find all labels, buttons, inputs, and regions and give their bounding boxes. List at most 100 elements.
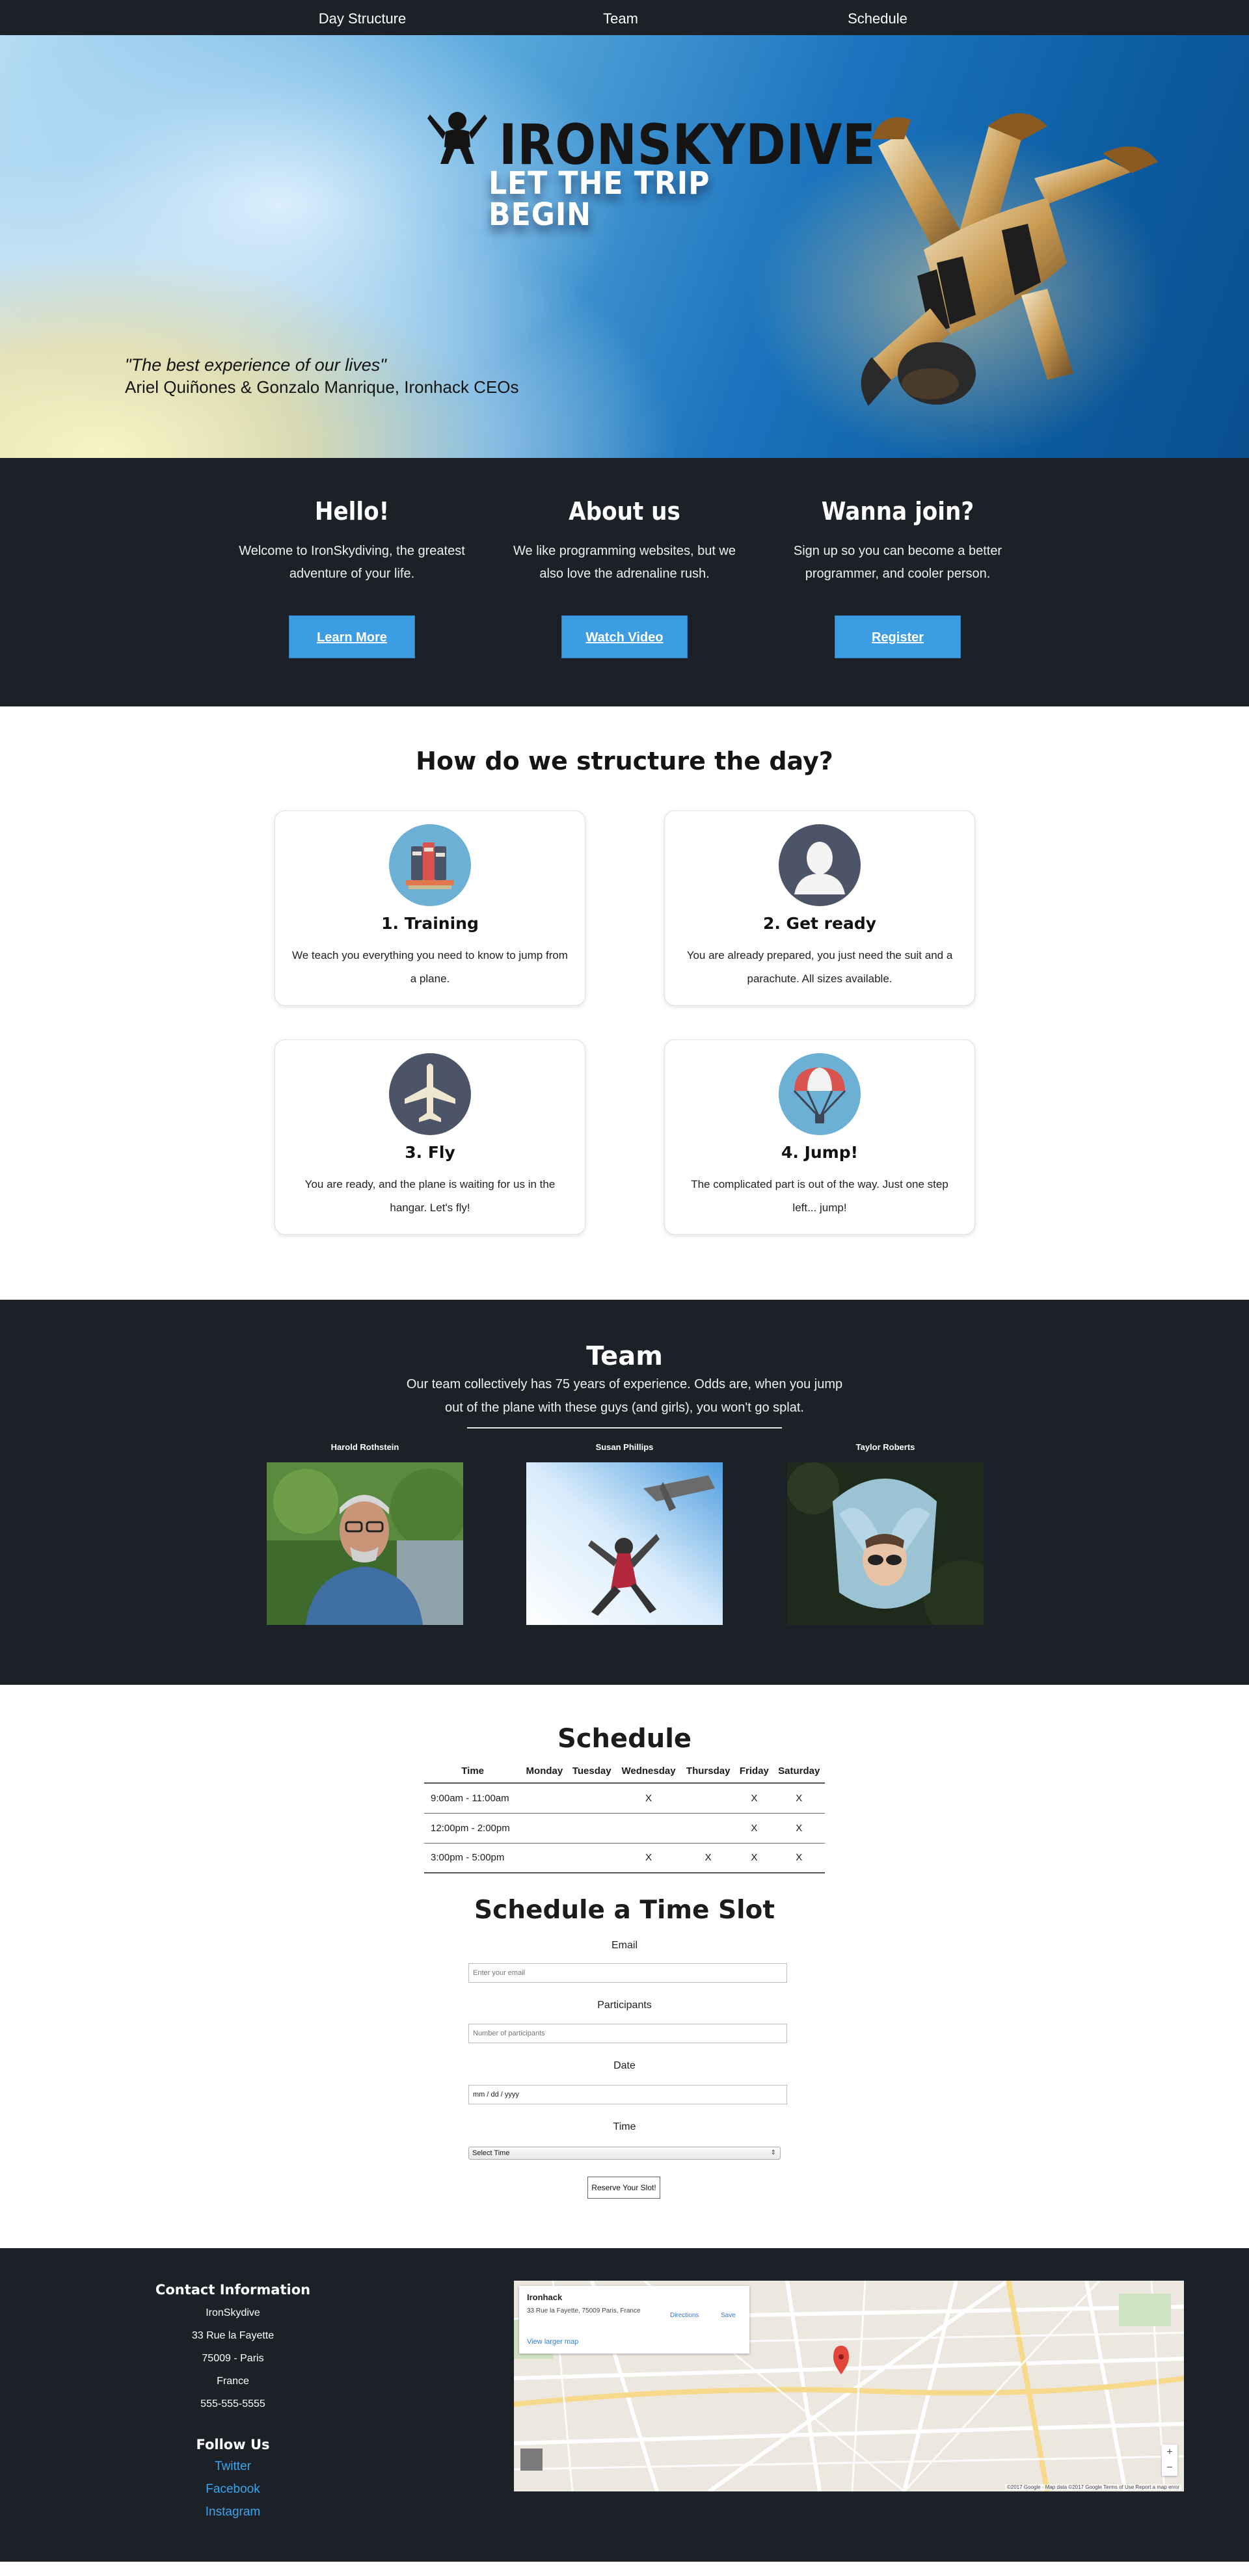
twitter-link[interactable]: Twitter bbox=[142, 2455, 324, 2478]
team-section: Team Our team collectively has 75 years … bbox=[0, 1300, 1249, 1685]
day-card-get-ready: 2. Get ready You are already prepared, y… bbox=[664, 811, 975, 1006]
table-cell: X bbox=[735, 1843, 773, 1873]
map-attribution: ©2017 Google · Map data ©2017 Google Ter… bbox=[1004, 2484, 1181, 2490]
nav-link-schedule[interactable]: Schedule bbox=[848, 0, 907, 38]
table-row: 12:00pm - 2:00pm X X bbox=[424, 1813, 825, 1844]
table-cell: X bbox=[773, 1843, 825, 1873]
day-card-jump: 4. Jump! The complicated part is out of … bbox=[664, 1040, 975, 1235]
email-label: Email bbox=[611, 1940, 638, 1951]
table-header-row: Time Monday Tuesday Wednesday Thursday F… bbox=[424, 1760, 825, 1784]
card-title: 3. Fly bbox=[405, 1143, 455, 1162]
team-description: Our team collectively has 75 years of ex… bbox=[406, 1377, 843, 1415]
table-cell: X bbox=[735, 1783, 773, 1814]
table-row: 3:00pm - 5:00pm X X X X bbox=[424, 1843, 825, 1873]
map-save-link[interactable]: Save bbox=[721, 2312, 736, 2319]
table-cell: X bbox=[681, 1843, 736, 1873]
time-label: Time bbox=[613, 2121, 636, 2132]
intro-hello: Hello! Welcome to IronSkydiving, the gre… bbox=[228, 497, 476, 658]
day-card-fly: 3. Fly You are ready, and the plane is w… bbox=[275, 1040, 585, 1235]
table-row: 9:00am - 11:00am X X X bbox=[424, 1783, 825, 1814]
facebook-link[interactable]: Facebook bbox=[142, 2478, 324, 2501]
skydiver-photo bbox=[748, 113, 1164, 458]
table-cell: 3:00pm - 5:00pm bbox=[424, 1843, 522, 1873]
learn-more-button[interactable]: Learn More bbox=[289, 615, 415, 658]
slot-form-title: Schedule a Time Slot bbox=[474, 1896, 775, 1925]
table-cell bbox=[567, 1783, 616, 1814]
map-directions-link[interactable]: Directions bbox=[670, 2312, 699, 2319]
table-cell: X bbox=[615, 1843, 682, 1873]
table-cell: 12:00pm - 2:00pm bbox=[424, 1813, 522, 1844]
intro-join: Wanna join? Sign up so you can become a … bbox=[774, 497, 1021, 658]
hero-banner: IRONSKYDIVE LET THE TRIP BEGIN "The best… bbox=[0, 35, 1249, 458]
table-cell bbox=[521, 1783, 568, 1814]
day-card-training: 1. Training We teach you everything you … bbox=[275, 811, 585, 1006]
quote-author: Ariel Quiñones & Gonzalo Manrique, Ironh… bbox=[125, 377, 519, 397]
watch-video-button[interactable]: Watch Video bbox=[561, 615, 688, 658]
contact-line: 33 Rue la Fayette bbox=[191, 2330, 275, 2341]
member-photo bbox=[787, 1462, 984, 1625]
time-select[interactable]: Select Time ⇕ bbox=[468, 2147, 781, 2160]
intro-title: Hello! bbox=[314, 497, 390, 526]
participants-label: Participants bbox=[597, 2000, 652, 2011]
column-header: Time bbox=[424, 1760, 522, 1784]
contact-title: Contact Information bbox=[155, 2282, 311, 2298]
email-field[interactable] bbox=[468, 1963, 787, 1983]
member-photo bbox=[267, 1462, 463, 1625]
map-address: 33 Rue la Fayette, 75009 Paris, France bbox=[527, 2307, 641, 2314]
team-member: Harold Rothstein bbox=[267, 1442, 463, 1625]
skydiver-logo-icon bbox=[427, 112, 487, 164]
column-header: Friday bbox=[735, 1760, 773, 1784]
table-cell bbox=[567, 1813, 616, 1844]
divider bbox=[467, 1427, 782, 1429]
participants-field[interactable] bbox=[468, 2024, 787, 2043]
intro-text: Sign up so you can become a better progr… bbox=[793, 543, 1002, 581]
day-structure-title: How do we structure the day? bbox=[416, 747, 833, 775]
zoom-out-icon[interactable]: − bbox=[1162, 2460, 1177, 2476]
table-cell bbox=[615, 1813, 682, 1844]
instagram-link[interactable]: Instagram bbox=[142, 2501, 324, 2523]
card-title: 4. Jump! bbox=[781, 1143, 859, 1162]
person-icon bbox=[779, 824, 861, 906]
card-text: We teach you everything you need to know… bbox=[292, 949, 568, 985]
table-cell: X bbox=[615, 1783, 682, 1814]
select-arrows-icon: ⇕ bbox=[770, 2149, 776, 2156]
column-header: Thursday bbox=[681, 1760, 736, 1784]
intro-about: About us We like programming websites, b… bbox=[501, 497, 748, 658]
member-name: Taylor Roberts bbox=[855, 1442, 915, 1452]
team-member: Susan Phillips bbox=[526, 1442, 723, 1625]
register-button[interactable]: Register bbox=[835, 615, 961, 658]
map-zoom-controls[interactable]: + − bbox=[1162, 2445, 1177, 2476]
intro-text: Welcome to IronSkydiving, the greatest a… bbox=[239, 543, 465, 581]
team-member: Taylor Roberts bbox=[787, 1442, 984, 1625]
column-header: Wednesday bbox=[615, 1760, 682, 1784]
intro-title: About us bbox=[569, 497, 680, 526]
reserve-slot-button[interactable]: Reserve Your Slot! bbox=[587, 2177, 660, 2199]
view-larger-map-link[interactable]: View larger map bbox=[527, 2338, 578, 2346]
column-header: Monday bbox=[521, 1760, 568, 1784]
table-cell: X bbox=[773, 1813, 825, 1844]
embedded-map[interactable]: Ironhack 33 Rue la Fayette, 75009 Paris,… bbox=[514, 2281, 1184, 2491]
hero-quote: "The best experience of our lives" Ariel… bbox=[125, 354, 519, 398]
table-cell bbox=[521, 1813, 568, 1844]
card-title: 1. Training bbox=[381, 914, 479, 933]
date-field[interactable]: mm / dd / yyyy bbox=[468, 2085, 787, 2104]
contact-line: 555-555-5555 bbox=[200, 2398, 265, 2409]
member-name: Harold Rothstein bbox=[330, 1442, 399, 1452]
member-photo bbox=[526, 1462, 723, 1625]
table-cell bbox=[681, 1783, 736, 1814]
card-text: You are ready, and the plane is waiting … bbox=[304, 1178, 556, 1214]
contact-line: IronSkydive bbox=[206, 2307, 260, 2318]
card-title: 2. Get ready bbox=[762, 914, 877, 933]
nav-link-day-structure[interactable]: Day Structure bbox=[319, 0, 407, 38]
footer: Contact Information IronSkydive 33 Rue l… bbox=[0, 2248, 1249, 2562]
schedule-title: Schedule bbox=[557, 1724, 692, 1754]
zoom-in-icon[interactable]: + bbox=[1162, 2445, 1177, 2460]
contact-line: 75009 - Paris bbox=[202, 2353, 264, 2364]
table-cell bbox=[521, 1843, 568, 1873]
nav-link-team[interactable]: Team bbox=[603, 0, 638, 38]
schedule-table: Time Monday Tuesday Wednesday Thursday F… bbox=[424, 1760, 825, 1873]
map-place-name: Ironhack bbox=[527, 2292, 563, 2302]
table-cell bbox=[681, 1813, 736, 1844]
intro-text: We like programming websites, but we als… bbox=[513, 543, 736, 581]
column-header: Tuesday bbox=[567, 1760, 616, 1784]
